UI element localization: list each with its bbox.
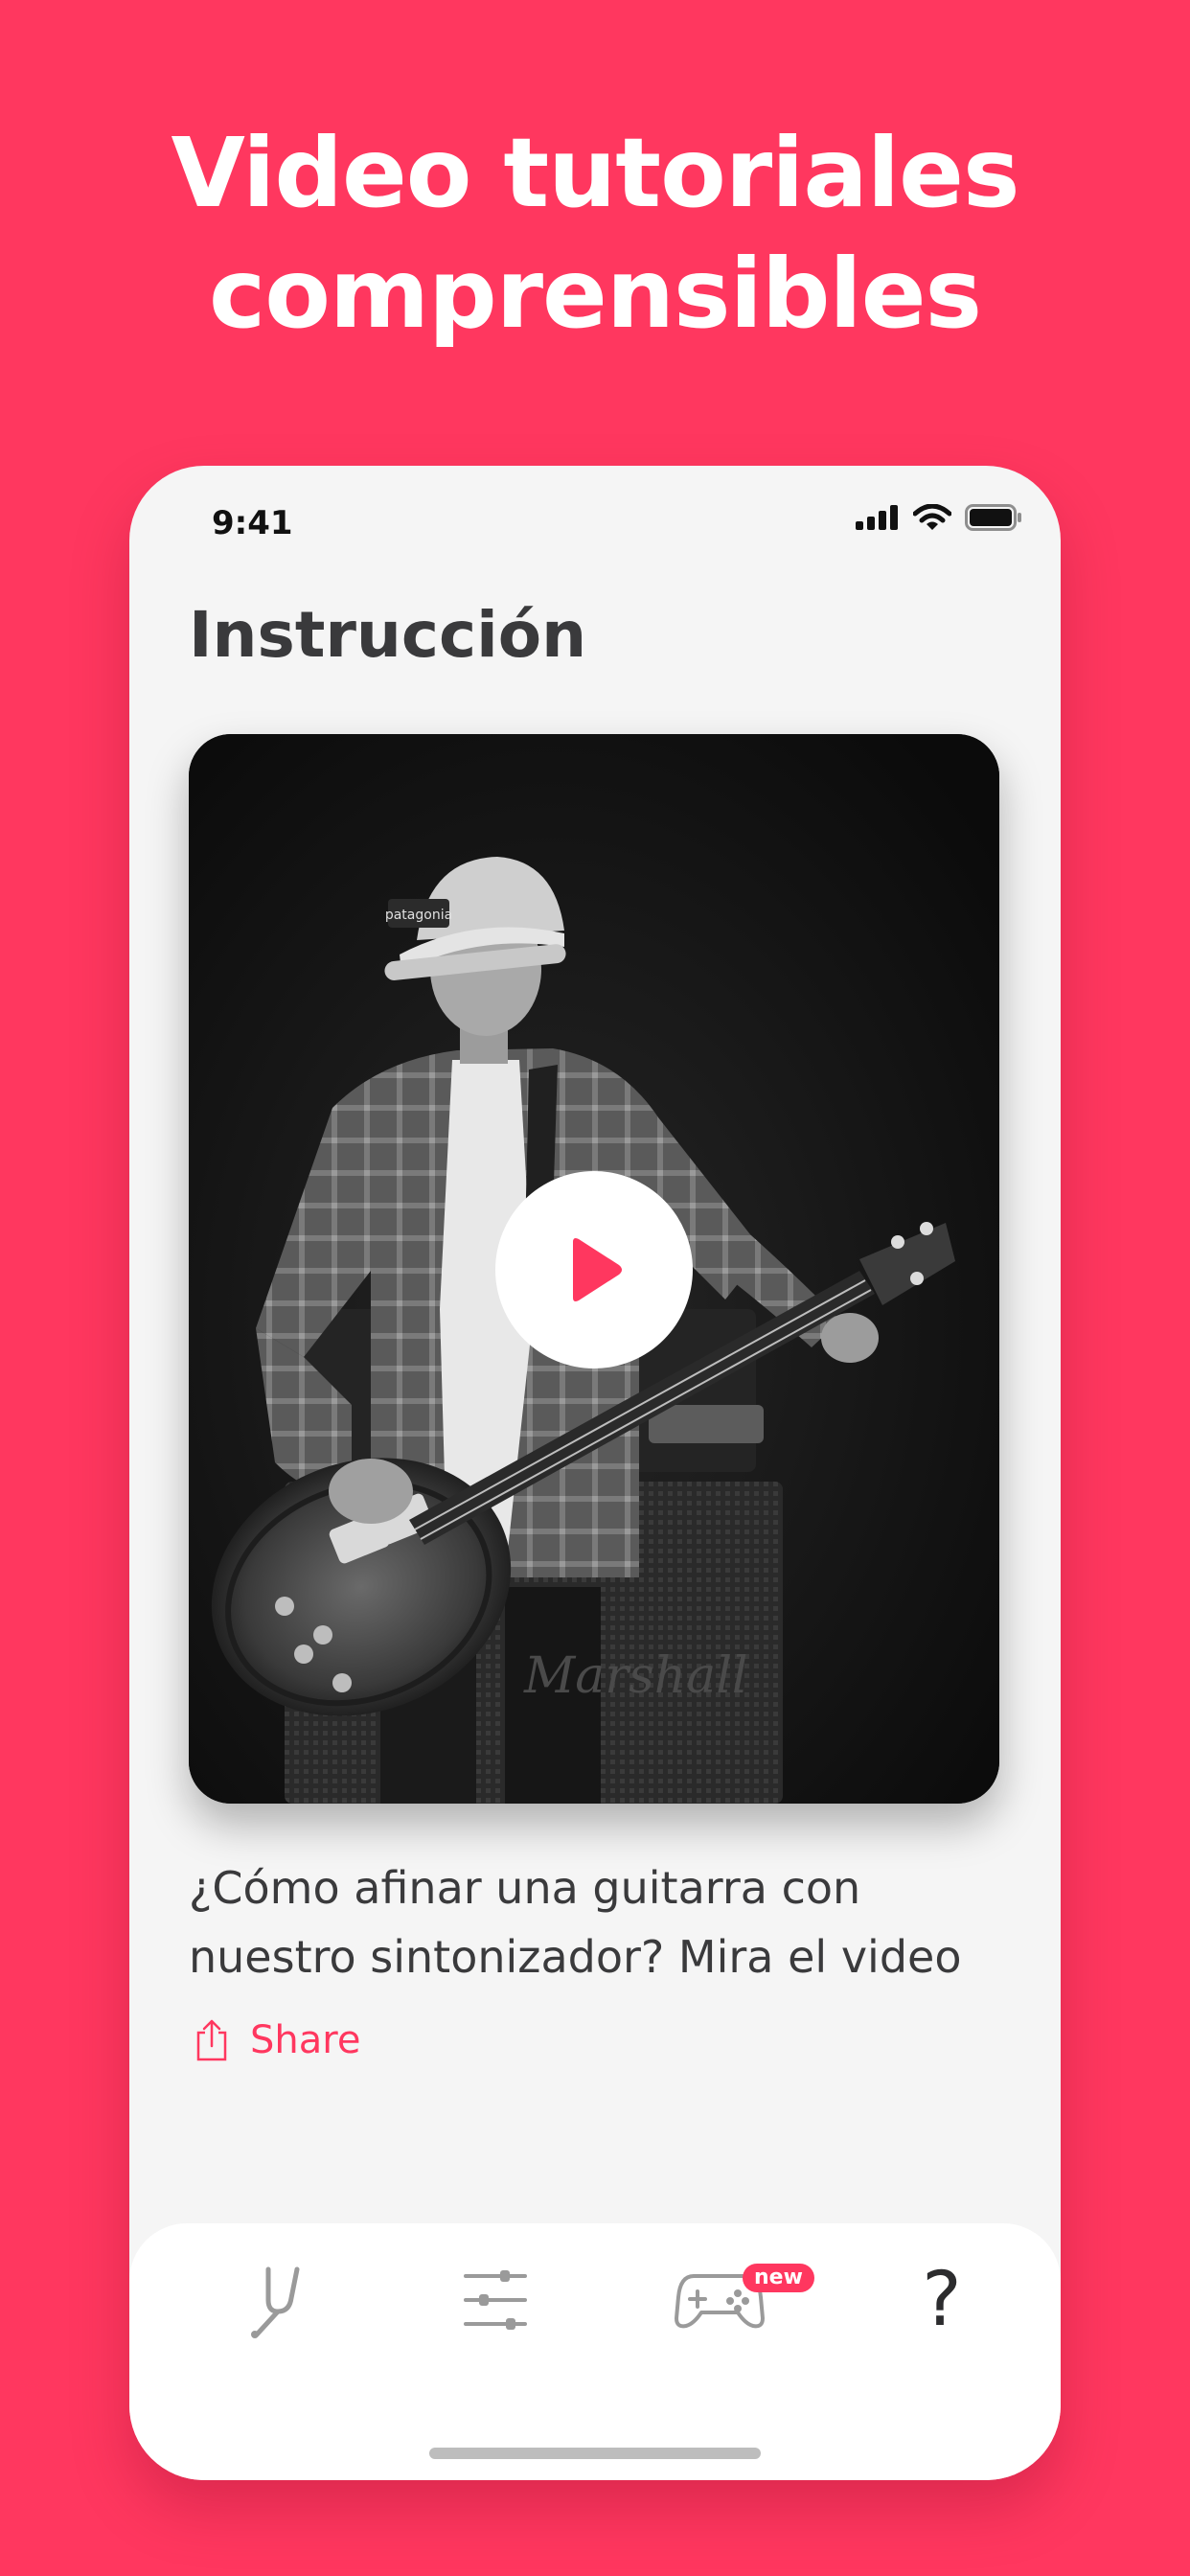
headline-line-2: comprensibles [208, 238, 982, 350]
question-mark-icon: ? [922, 2257, 962, 2343]
play-button[interactable] [495, 1171, 693, 1368]
cap-logo-text: patagonia [385, 908, 452, 923]
status-icons [856, 504, 1022, 531]
tab-games[interactable] [662, 2223, 777, 2377]
promo-headline: Video tutoriales comprensibles [0, 113, 1190, 355]
cellular-signal-icon [856, 505, 898, 530]
headline-line-1: Video tutoriales [171, 117, 1019, 229]
tab-help[interactable]: ? [884, 2223, 999, 2377]
new-badge: new [743, 2264, 814, 2292]
home-indicator [429, 2448, 761, 2459]
tab-settings[interactable] [438, 2223, 553, 2377]
play-icon [573, 1238, 622, 1301]
video-thumbnail[interactable]: patagonia Marshall [189, 734, 999, 1804]
tuning-fork-icon [251, 2266, 300, 2338]
share-label: Share [250, 2018, 361, 2062]
sliders-icon [464, 2270, 527, 2330]
tab-bar: new ? [129, 2223, 1061, 2480]
share-icon [196, 2019, 227, 2061]
battery-icon [965, 504, 1021, 531]
status-bar: 9:41 [129, 466, 1061, 581]
amp-logo-text: Marshall [523, 1647, 748, 1705]
page-title: Instrucción [189, 598, 587, 672]
share-button[interactable]: Share [195, 2018, 360, 2062]
phone-frame: 9:41 Instrucción patagonia Marshall ¿Cóm… [129, 466, 1061, 2480]
video-caption: ¿Cómo afinar una guitarra con nuestro si… [189, 1862, 962, 1983]
status-time: 9:41 [212, 504, 293, 542]
tab-tuner[interactable] [216, 2223, 331, 2377]
wifi-icon [913, 504, 951, 530]
